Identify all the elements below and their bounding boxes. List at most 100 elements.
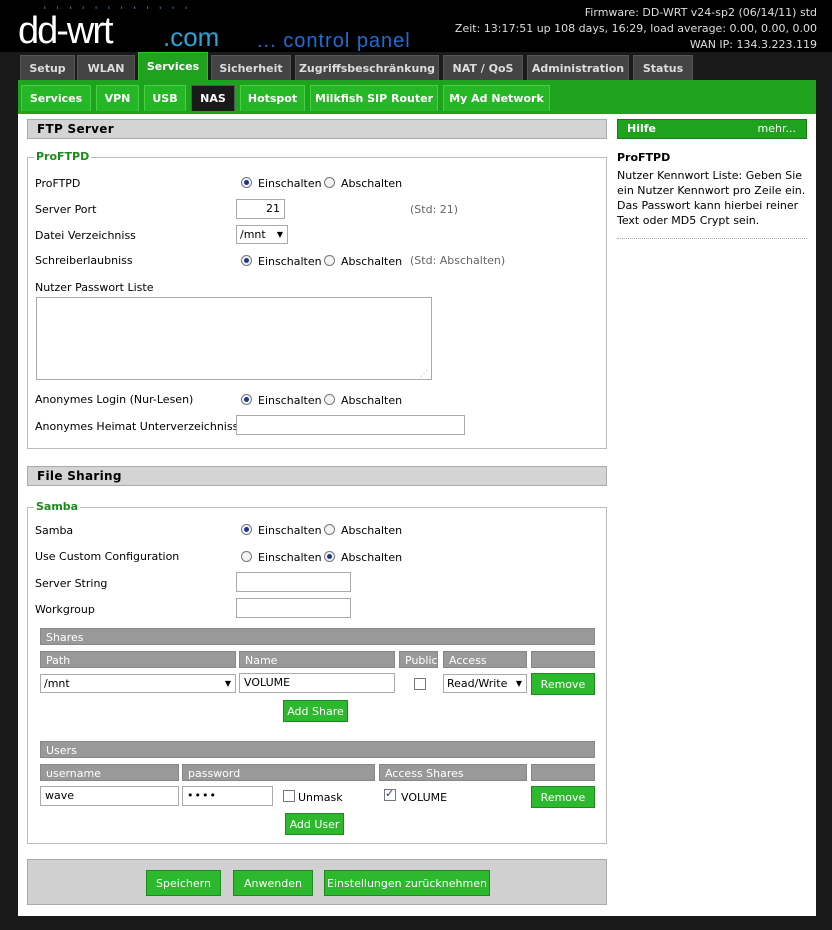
shares-col-path: Path bbox=[40, 651, 236, 668]
workgroup-input[interactable] bbox=[236, 598, 351, 618]
share-public-checkbox[interactable] bbox=[414, 678, 426, 690]
shares-col-public: Public bbox=[399, 651, 438, 668]
users-col-username: username bbox=[40, 764, 179, 781]
write-hint: (Std: Abschalten) bbox=[410, 254, 506, 267]
write-permission-label: Schreiberlaubniss bbox=[35, 254, 133, 267]
tab-nat-qos[interactable]: NAT / QoS bbox=[443, 55, 523, 80]
user-password-input[interactable]: •••• bbox=[182, 786, 273, 806]
save-button[interactable]: Speichern bbox=[146, 870, 221, 896]
tab-administration[interactable]: Administration bbox=[527, 55, 629, 80]
samba-disable-radio[interactable] bbox=[324, 524, 335, 535]
file-sharing-section-title: File Sharing bbox=[27, 466, 607, 486]
users-col-access-shares: Access Shares bbox=[379, 764, 527, 781]
subtab-vpn[interactable]: VPN bbox=[96, 85, 139, 111]
custom-disable-label: Abschalten bbox=[341, 551, 403, 564]
help-more-link[interactable]: mehr... bbox=[758, 120, 796, 138]
unmask-label: Unmask bbox=[298, 791, 343, 804]
custom-config-label: Use Custom Configuration bbox=[35, 550, 180, 563]
sub-tabs: Services VPN USB NAS Hotspot Milkfish SI… bbox=[18, 80, 816, 114]
anon-enable-label: Einschalten bbox=[258, 394, 322, 407]
ftp-section-title: FTP Server bbox=[27, 119, 607, 139]
help-title: Hilfe bbox=[627, 122, 656, 135]
help-topic: ProFTPD bbox=[617, 151, 671, 164]
samba-label: Samba bbox=[35, 524, 74, 537]
share-path-select[interactable]: /mnt ▼ bbox=[40, 674, 236, 693]
anon-home-input[interactable] bbox=[236, 415, 465, 435]
user-share-checkbox[interactable] bbox=[384, 787, 396, 801]
user-share-label: VOLUME bbox=[401, 791, 448, 804]
subtab-usb[interactable]: USB bbox=[144, 85, 186, 111]
subtab-services[interactable]: Services bbox=[21, 85, 91, 111]
tab-wlan[interactable]: WLAN bbox=[77, 55, 135, 80]
proftpd-legend: ProFTPD bbox=[34, 150, 92, 163]
user-password-textarea[interactable]: ⋰ bbox=[36, 297, 432, 380]
system-info: Firmware: DD-WRT v24-sp2 (06/14/11) std … bbox=[455, 5, 817, 53]
chevron-down-icon: ▼ bbox=[224, 679, 231, 688]
resize-grip-icon[interactable]: ⋰ bbox=[420, 369, 428, 378]
users-col-action bbox=[531, 764, 595, 781]
write-disable-label: Abschalten bbox=[341, 255, 403, 268]
tab-services[interactable]: Services bbox=[138, 52, 208, 80]
server-port-input[interactable]: 21 bbox=[236, 199, 285, 219]
server-string-input[interactable] bbox=[236, 572, 351, 592]
users-table-title: Users bbox=[40, 741, 595, 758]
proftpd-enable-radio[interactable] bbox=[241, 177, 252, 188]
server-port-hint: (Std: 21) bbox=[410, 203, 459, 216]
main-content: FTP Server ProFTPD ProFTPD Einschalten A… bbox=[18, 114, 816, 916]
apply-button[interactable]: Anwenden bbox=[233, 870, 313, 896]
proftpd-label: ProFTPD bbox=[35, 177, 81, 190]
help-divider bbox=[617, 238, 807, 239]
share-access-value: Read/Write bbox=[447, 677, 508, 690]
firmware-version: Firmware: DD-WRT v24-sp2 (06/14/11) std bbox=[584, 6, 817, 19]
write-enable-radio[interactable] bbox=[241, 255, 252, 266]
reset-settings-button[interactable]: Einstellungen zurücknehmen bbox=[324, 870, 490, 896]
subtab-my-ad-network[interactable]: My Ad Network bbox=[443, 85, 550, 111]
proftpd-enable-label: Einschalten bbox=[258, 177, 322, 190]
samba-legend: Samba bbox=[34, 500, 81, 513]
wan-ip: WAN IP: 134.3.223.119 bbox=[689, 38, 817, 51]
chevron-down-icon: ▼ bbox=[515, 679, 522, 688]
anon-enable-radio[interactable] bbox=[241, 394, 252, 405]
subtab-hotspot[interactable]: Hotspot bbox=[240, 85, 305, 111]
header: ' ' ' ' ' ' ' ' ' ' ' ' dd-wrt .com ... … bbox=[0, 0, 832, 52]
user-username-input[interactable]: wave bbox=[40, 786, 179, 806]
tab-status[interactable]: Status bbox=[633, 55, 693, 80]
share-access-select[interactable]: Read/Write ▼ bbox=[443, 674, 527, 693]
custom-disable-radio[interactable] bbox=[324, 551, 335, 562]
anon-login-label: Anonymes Login (Nur-Lesen) bbox=[35, 393, 194, 406]
tab-sicherheit[interactable]: Sicherheit bbox=[211, 55, 291, 80]
add-user-button[interactable]: Add User bbox=[285, 813, 344, 835]
samba-enable-label: Einschalten bbox=[258, 524, 322, 537]
help-header: Hilfe mehr... bbox=[617, 119, 807, 139]
anon-disable-radio[interactable] bbox=[324, 394, 335, 405]
server-string-label: Server String bbox=[35, 577, 108, 590]
tab-zugriffsbeschraenkung[interactable]: Zugriffsbeschränkung bbox=[295, 55, 439, 80]
subtab-nas[interactable]: NAS bbox=[191, 85, 235, 111]
tab-setup[interactable]: Setup bbox=[20, 55, 75, 80]
chevron-down-icon: ▼ bbox=[276, 230, 283, 239]
user-remove-button[interactable]: Remove bbox=[531, 786, 595, 808]
ddwrt-logo: ' ' ' ' ' ' ' ' ' ' ' ' dd-wrt .com bbox=[18, 6, 238, 50]
file-dir-select[interactable]: /mnt ▼ bbox=[236, 225, 288, 244]
logo-com: .com bbox=[163, 22, 220, 52]
shares-table-title: Shares bbox=[40, 628, 595, 645]
proftpd-disable-label: Abschalten bbox=[341, 177, 403, 190]
logo-text: dd-wrt bbox=[18, 10, 114, 52]
unmask-checkbox[interactable] bbox=[283, 790, 295, 802]
footer-bar: Speichern Anwenden Einstellungen zurückn… bbox=[27, 859, 607, 905]
write-disable-radio[interactable] bbox=[324, 255, 335, 266]
server-port-label: Server Port bbox=[35, 203, 97, 216]
proftpd-disable-radio[interactable] bbox=[324, 177, 335, 188]
subtab-milkfish[interactable]: Milkfish SIP Router bbox=[310, 85, 438, 111]
control-panel-title: ... control panel bbox=[257, 30, 411, 52]
workgroup-label: Workgroup bbox=[35, 603, 95, 616]
custom-enable-label: Einschalten bbox=[258, 551, 322, 564]
share-remove-button[interactable]: Remove bbox=[531, 673, 595, 695]
write-enable-label: Einschalten bbox=[258, 255, 322, 268]
anon-home-label: Anonymes Heimat Unterverzeichniss bbox=[35, 420, 239, 433]
user-password-list-label: Nutzer Passwort Liste bbox=[35, 281, 154, 294]
share-name-input[interactable]: VOLUME bbox=[239, 673, 395, 693]
samba-enable-radio[interactable] bbox=[241, 524, 252, 535]
custom-enable-radio[interactable] bbox=[241, 551, 252, 562]
add-share-button[interactable]: Add Share bbox=[283, 700, 348, 722]
